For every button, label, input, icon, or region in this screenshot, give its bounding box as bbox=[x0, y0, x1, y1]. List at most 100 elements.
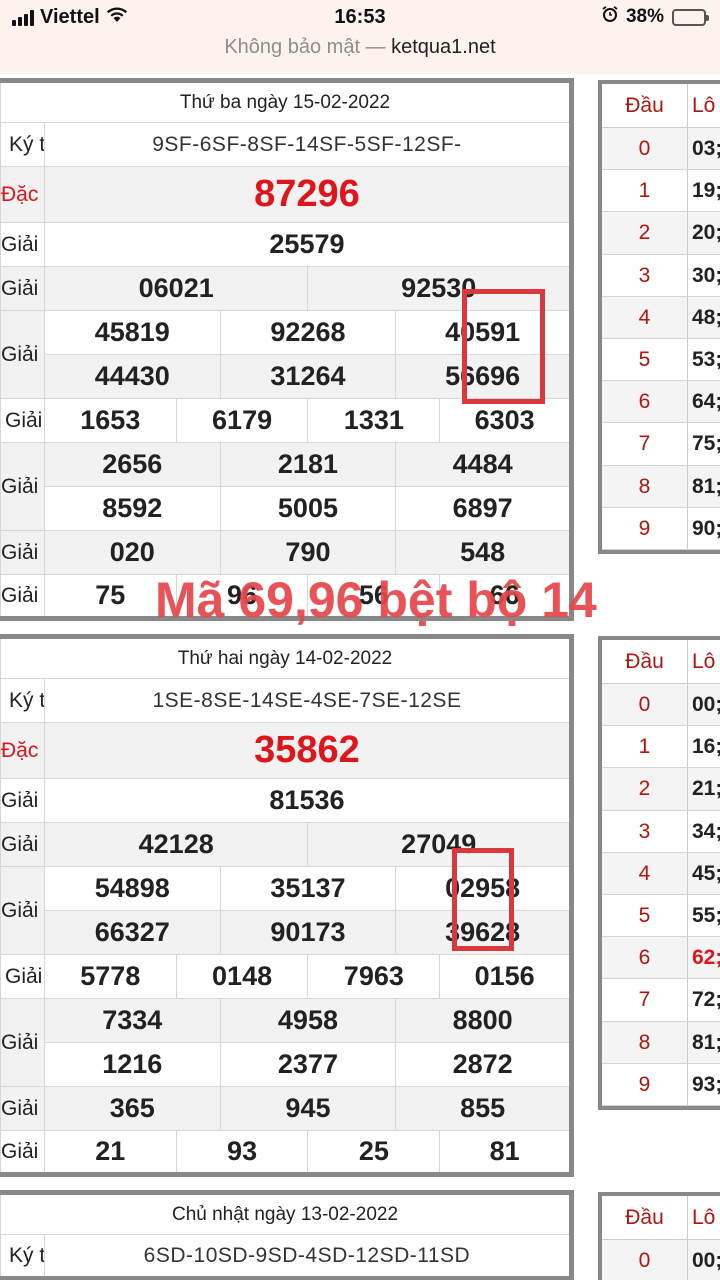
seventh-prize: 93 bbox=[175, 1130, 309, 1175]
loto-dau: 1 bbox=[602, 170, 688, 212]
fourth-prize: 5778 bbox=[43, 954, 177, 999]
label-giai-nhi: Giải nhì bbox=[0, 822, 45, 867]
draw-date: Thứ ba ngày 15-02-2022 bbox=[0, 80, 572, 123]
loto-row: 4 45; bbox=[602, 852, 720, 895]
draw-date: Thứ hai ngày 14-02-2022 bbox=[0, 636, 572, 679]
dau-header: Đầu bbox=[602, 1196, 688, 1239]
loto-dau: 5 bbox=[602, 338, 688, 381]
fifth-prize: 4484 bbox=[395, 442, 572, 487]
loto-dau: 0 bbox=[602, 1240, 688, 1280]
label-ky-tu: Ký tự bbox=[0, 678, 45, 723]
loto-row: 9 90; bbox=[602, 507, 720, 550]
label-giai-sau: Giải sáu bbox=[0, 530, 45, 575]
third-prize: 66327 bbox=[43, 910, 221, 955]
loto-dau: 4 bbox=[602, 296, 688, 338]
loto-dau: 9 bbox=[602, 507, 688, 549]
loto-lo: 93; bbox=[692, 1072, 720, 1096]
fifth-prize: 4958 bbox=[219, 998, 397, 1043]
loto-head-table-2: Đầu Lô 0 00; 1 16; 2 21; 3 34; 4 45; 5 55; 6 62;… bbox=[598, 636, 720, 1110]
fourth-prize: 0156 bbox=[439, 954, 572, 999]
loto-row: 1 19; bbox=[602, 170, 720, 213]
loto-lo: 16; bbox=[692, 735, 720, 759]
label-giai-tu: Giải tư bbox=[0, 954, 45, 999]
fourth-prize: 7963 bbox=[307, 954, 441, 999]
loto-head-table-1: Đầu Lô 0 03; 1 19; 2 20; 3 30; 4 48; 5 53; 6 64;… bbox=[598, 80, 720, 554]
fifth-prize: 8800 bbox=[395, 998, 572, 1043]
loto-row: 2 20; bbox=[602, 212, 720, 255]
label-giai-sau: Giải sáu bbox=[0, 1086, 45, 1131]
codes: 6SD-10SD-9SD-4SD-12SD-11SD bbox=[43, 1234, 573, 1279]
loto-row: 4 48; bbox=[602, 296, 720, 339]
sixth-prize: 020 bbox=[43, 530, 221, 575]
loto-header: Đầu Lô bbox=[602, 84, 720, 128]
loto-lo: 62; bbox=[692, 946, 720, 970]
loto-dau: 6 bbox=[602, 937, 688, 979]
fifth-prize: 1216 bbox=[43, 1042, 221, 1087]
loto-row: 7 72; bbox=[602, 979, 720, 1022]
loto-dau: 7 bbox=[602, 979, 688, 1021]
annotation-text: Mã 69,96 bệt bộ 14 bbox=[155, 572, 597, 628]
security-label: Không bảo mật — bbox=[224, 36, 386, 58]
loto-lo: 00; bbox=[692, 1249, 720, 1272]
sixth-prize: 365 bbox=[43, 1086, 221, 1131]
loto-row: 6 64; bbox=[602, 381, 720, 424]
loto-dau: 2 bbox=[602, 212, 688, 254]
special-prize: 35862 bbox=[43, 722, 573, 779]
loto-lo: 72; bbox=[692, 988, 720, 1012]
third-prize: 54898 bbox=[43, 866, 221, 911]
loto-lo: 20; bbox=[692, 221, 720, 245]
label-giai-nhat: Giải nhất bbox=[0, 222, 45, 267]
fourth-prize: 0148 bbox=[175, 954, 309, 999]
loto-dau: 2 bbox=[602, 768, 688, 810]
loto-row: 3 34; bbox=[602, 810, 720, 853]
lo-header: Lô bbox=[692, 650, 716, 673]
loto-lo: 55; bbox=[692, 903, 720, 927]
loto-row: 3 30; bbox=[602, 254, 720, 297]
sixth-prize: 855 bbox=[395, 1086, 572, 1131]
dau-header: Đầu bbox=[602, 640, 688, 683]
loto-dau: 0 bbox=[602, 684, 688, 726]
label-giai-nhi: Giải nhì bbox=[0, 266, 45, 311]
loto-dau: 3 bbox=[602, 254, 688, 296]
loto-header: Đầu Lô bbox=[602, 640, 720, 684]
loto-row: 2 21; bbox=[602, 768, 720, 811]
first-prize: 81536 bbox=[43, 778, 573, 823]
loto-lo: 03; bbox=[692, 137, 720, 160]
loto-row: 0 00; bbox=[602, 684, 720, 727]
loto-row: 5 53; bbox=[602, 338, 720, 382]
label-giai-nam: Giải năm bbox=[0, 998, 45, 1087]
loto-lo: 45; bbox=[692, 861, 720, 885]
loto-lo: 00; bbox=[692, 693, 720, 716]
loto-row: 7 75; bbox=[602, 423, 720, 466]
seventh-prize: 25 bbox=[307, 1130, 441, 1175]
fifth-prize: 7334 bbox=[43, 998, 221, 1043]
loto-row: 0 03; bbox=[602, 128, 720, 171]
loto-dau: 4 bbox=[602, 852, 688, 894]
fifth-prize: 5005 bbox=[219, 486, 397, 531]
second-prize: 06021 bbox=[43, 266, 309, 311]
second-prize: 42128 bbox=[43, 822, 309, 867]
third-prize: 90173 bbox=[219, 910, 397, 955]
loto-lo: 34; bbox=[692, 819, 720, 843]
alarm-icon bbox=[602, 6, 618, 28]
fifth-prize: 2181 bbox=[219, 442, 397, 487]
loto-lo: 30; bbox=[692, 263, 720, 287]
label-dac-biet: Đặc biệt bbox=[0, 166, 45, 223]
fourth-prize: 6179 bbox=[175, 398, 309, 443]
label-giai-tu: Giải tư bbox=[0, 398, 45, 443]
url-bar[interactable]: Không bảo mật — ketqua1.net bbox=[0, 36, 720, 74]
third-prize: 31264 bbox=[219, 354, 397, 399]
loto-row: 0 00; bbox=[602, 1240, 720, 1280]
loto-row: 1 16; bbox=[602, 726, 720, 769]
fifth-prize: 6897 bbox=[395, 486, 572, 531]
label-giai-nhat: Giải nhất bbox=[0, 778, 45, 823]
loto-dau: 3 bbox=[602, 810, 688, 852]
label-ky-tu: Ký tự bbox=[0, 122, 45, 167]
sixth-prize: 790 bbox=[219, 530, 397, 575]
fifth-prize: 2377 bbox=[219, 1042, 397, 1087]
fifth-prize: 2872 bbox=[395, 1042, 572, 1087]
loto-row: 9 93; bbox=[602, 1063, 720, 1106]
url-domain: ketqua1.net bbox=[391, 36, 496, 58]
result-table-3: Chủ nhật ngày 13-02-2022 Ký tự6SD-10SD-9… bbox=[0, 1190, 574, 1280]
label-dac-biet: Đặc biệt bbox=[0, 722, 45, 779]
